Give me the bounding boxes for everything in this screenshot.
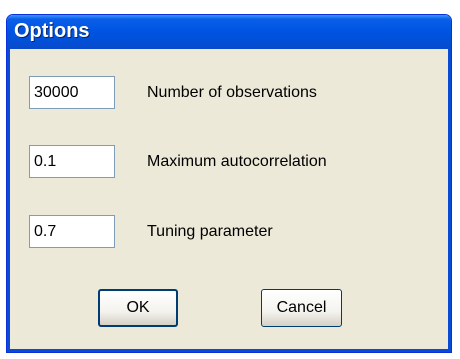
window-frame-right bbox=[448, 49, 451, 352]
tuning-parameter-label: Tuning parameter bbox=[147, 223, 273, 240]
maximum-autocorrelation-input[interactable] bbox=[29, 145, 115, 178]
ok-button[interactable]: OK bbox=[98, 289, 178, 327]
number-of-observations-label: Number of observations bbox=[147, 84, 317, 101]
number-of-observations-input[interactable] bbox=[29, 76, 115, 109]
maximum-autocorrelation-label: Maximum autocorrelation bbox=[147, 153, 327, 170]
window-frame-bottom bbox=[7, 349, 451, 352]
tuning-parameter-input[interactable] bbox=[29, 215, 115, 248]
title-bar[interactable]: Options bbox=[7, 15, 451, 49]
dialog-title: Options bbox=[14, 20, 90, 42]
dialog-body: Number of observations Maximum autocorre… bbox=[10, 49, 448, 349]
options-dialog: Options Number of observations Maximum a… bbox=[6, 14, 452, 353]
cancel-button[interactable]: Cancel bbox=[261, 289, 342, 327]
